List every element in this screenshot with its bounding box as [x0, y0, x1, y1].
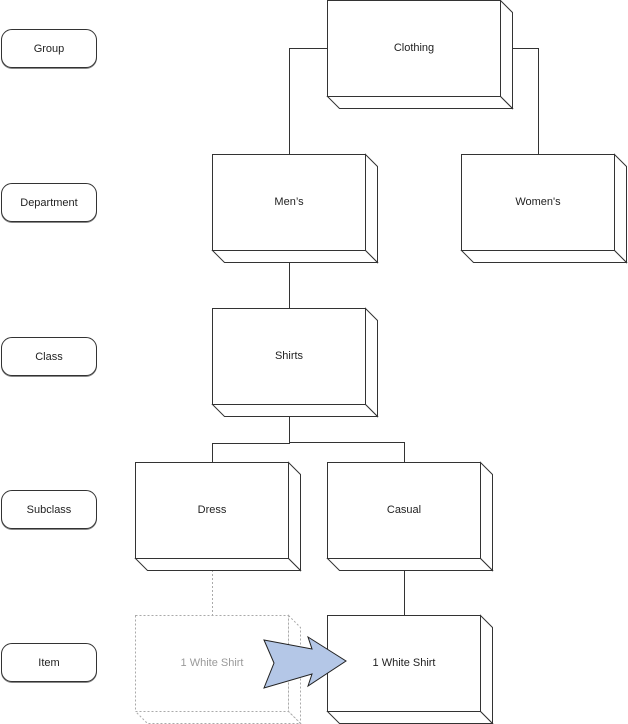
box-front: [327, 615, 481, 712]
box-bottom: [211, 404, 379, 417]
box-front: [461, 154, 615, 251]
box-casual: [326, 461, 494, 572]
box-clothing: [326, 0, 514, 110]
box-side: [480, 614, 493, 724]
box-side: [614, 153, 627, 264]
box-bottom: [211, 250, 379, 263]
box-bottom: [134, 558, 302, 571]
edge-shirts-casual: [289, 442, 405, 462]
edge-shirts-dress: [212, 416, 290, 462]
box-bottom: [134, 711, 302, 724]
box-front: [212, 308, 366, 405]
box-side: [365, 307, 378, 418]
edge-clothing-mens: [289, 48, 328, 154]
box-front: [327, 462, 481, 559]
box-front: [135, 615, 289, 712]
box-dress: [134, 461, 302, 572]
box-bottom: [326, 558, 494, 571]
box-front: [135, 462, 289, 559]
box-shirts: [211, 307, 379, 418]
box-side: [480, 461, 493, 572]
box-front: [327, 0, 501, 97]
box-front: [212, 154, 366, 251]
box-side: [500, 0, 513, 110]
box-bottom: [326, 711, 494, 724]
box-mens: [211, 153, 379, 264]
hierarchy-diagram: [134, 0, 628, 724]
box-bottom: [326, 96, 514, 109]
box-bottom: [460, 250, 628, 263]
box-womens: [460, 153, 628, 264]
box-side: [365, 153, 378, 264]
box-item-new: [326, 614, 494, 724]
box-side: [288, 461, 301, 572]
